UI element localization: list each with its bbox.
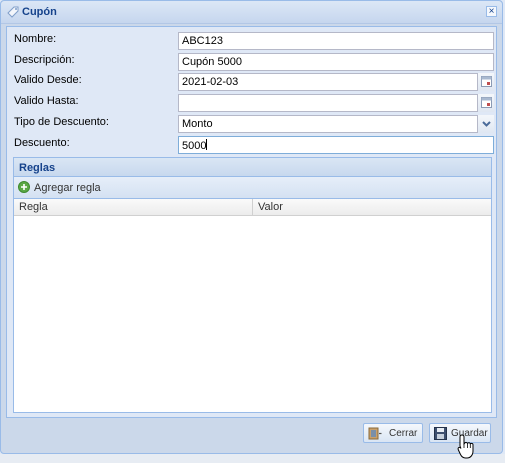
coupon-window: Cupón × Nombre: ABC123 Descripción: Cupó…: [0, 0, 503, 454]
add-rule-label: Agregar regla: [34, 182, 101, 194]
window-titlebar[interactable]: Cupón ×: [1, 1, 502, 24]
descuento-field[interactable]: 5000: [178, 136, 494, 154]
rules-grid-title: Reglas: [19, 162, 56, 174]
close-button-label: Cerrar: [389, 428, 418, 439]
valido-hasta-label: Valido Hasta:: [14, 95, 79, 107]
rules-grid-header[interactable]: Reglas: [14, 158, 491, 177]
valido-desde-value: 2021-02-03: [182, 76, 239, 88]
window-title: Cupón: [22, 6, 57, 18]
descuento-label: Descuento:: [14, 137, 70, 149]
page-background: [0, 454, 505, 463]
calendar-icon[interactable]: [477, 73, 494, 91]
nombre-field[interactable]: ABC123: [178, 32, 494, 50]
save-button[interactable]: Guardar: [429, 423, 491, 443]
rules-toolbar: Agregar regla: [14, 177, 491, 199]
close-door-icon: [368, 427, 382, 440]
window-body: Nombre: ABC123 Descripción: Cupón 5000 V…: [6, 26, 497, 418]
rules-grid: Reglas Agregar regla Regla Valor: [13, 157, 492, 413]
chevron-down-icon[interactable]: [477, 115, 494, 133]
tipo-descuento-select[interactable]: Monto: [178, 115, 494, 133]
tag-icon: [6, 5, 20, 19]
column-header-valor[interactable]: Valor: [253, 199, 491, 215]
valido-hasta-field[interactable]: [178, 94, 494, 112]
close-button[interactable]: Cerrar: [363, 423, 423, 443]
descripcion-label: Descripción:: [14, 54, 75, 66]
column-header-regla[interactable]: Regla: [14, 199, 252, 215]
save-icon: [434, 427, 447, 440]
valido-desde-label: Valido Desde:: [14, 74, 82, 86]
tipo-descuento-value: Monto: [182, 118, 213, 130]
valido-desde-field[interactable]: 2021-02-03: [178, 73, 494, 91]
save-button-label: Guardar: [451, 428, 488, 439]
text-caret: [206, 139, 208, 150]
add-icon: [18, 181, 30, 193]
rules-grid-columns: Regla Valor: [14, 199, 491, 216]
descuento-value: 5000: [182, 140, 207, 152]
descripcion-field[interactable]: Cupón 5000: [178, 53, 494, 71]
nombre-label: Nombre:: [14, 33, 57, 45]
calendar-icon[interactable]: [477, 94, 494, 112]
close-icon[interactable]: ×: [486, 6, 497, 17]
tipo-descuento-label: Tipo de Descuento:: [14, 116, 109, 128]
